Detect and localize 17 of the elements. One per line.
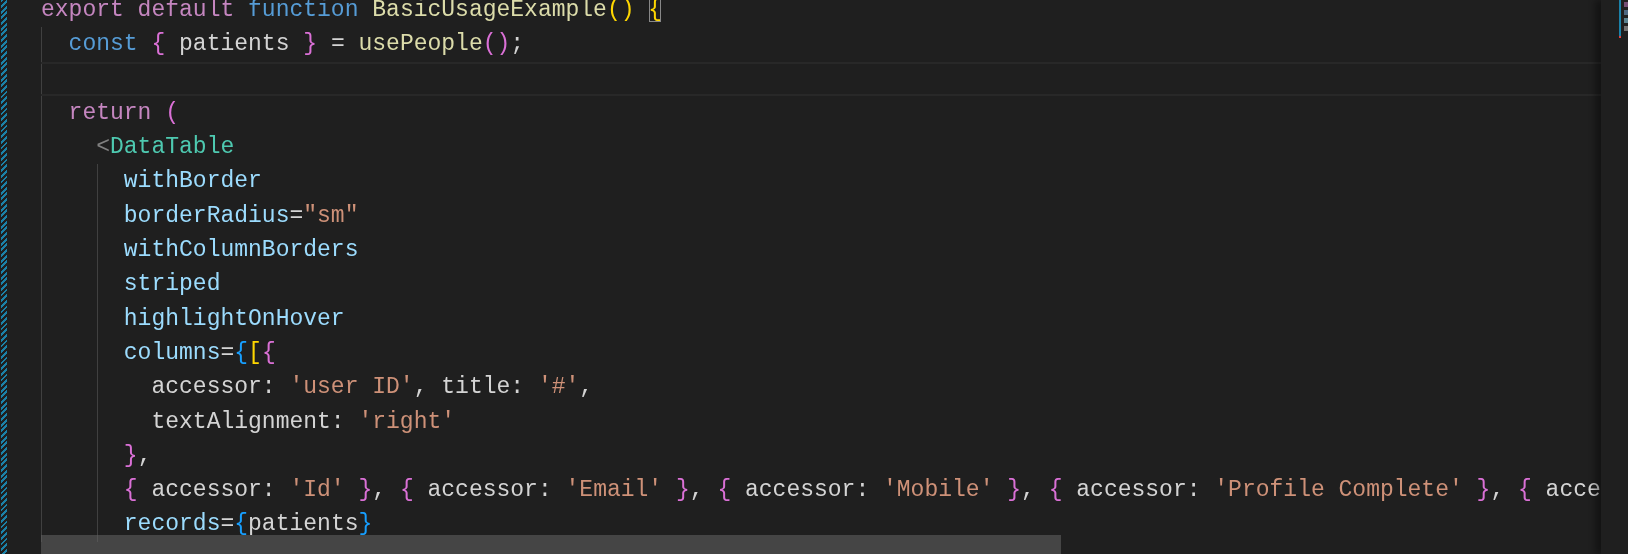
code-line: withColumnBorders [41, 233, 1601, 268]
code-line: borderRadius="sm" [41, 198, 1601, 234]
code-line: withBorder [41, 164, 1601, 199]
scrollbar-thumb[interactable] [41, 535, 1061, 554]
code-line: highlightOnHover [41, 301, 1601, 336]
code-line: columns={[{ [41, 335, 1601, 371]
code-line: striped [41, 267, 1601, 302]
code-line: }, [41, 438, 1601, 474]
code-line: <DataTable [41, 130, 1601, 165]
code-line: records={patients} [41, 507, 1601, 542]
code-line: textAlignment: 'right' [41, 404, 1601, 439]
code-line: return ( [41, 95, 1601, 131]
code-line: accessor: 'user ID', title: '#', [41, 370, 1601, 405]
code-line: { accessor: 'Id' }, { accessor: 'Email' }, { accessor: 'Mobile' }, { accessor: 'Profile Complete' }, { acce [41, 473, 1601, 508]
code-line: const { patients } = usePeople(); [41, 27, 1601, 62]
code-line: export default function BasicUsageExample() { [41, 0, 664, 25]
minimap[interactable] [1600, 0, 1628, 554]
